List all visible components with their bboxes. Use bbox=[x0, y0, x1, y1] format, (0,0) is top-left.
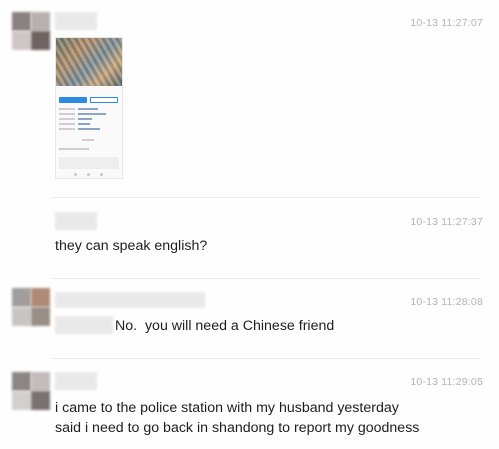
message-text: they can speak english? bbox=[55, 238, 208, 254]
phone-screenshot-thumbnail-icon[interactable] bbox=[55, 37, 123, 179]
message-timestamp: 10-13 11:29:05 bbox=[410, 376, 483, 388]
avatar[interactable] bbox=[12, 12, 50, 50]
avatar[interactable] bbox=[12, 288, 50, 326]
message-timestamp: 10-13 11:27:07 bbox=[410, 17, 483, 29]
message-4: 10-13 11:29:05 i came to the police stat… bbox=[0, 358, 499, 449]
sender-name bbox=[55, 212, 97, 230]
recipient-mention bbox=[55, 316, 113, 334]
message-timestamp: 10-13 11:27:37 bbox=[410, 216, 483, 228]
message-2: 10-13 11:27:37 they can speak english? bbox=[0, 198, 499, 279]
message-text: No. you will need a Chinese friend bbox=[115, 318, 335, 334]
message-timestamp: 10-13 11:28:08 bbox=[410, 296, 483, 308]
avatar[interactable] bbox=[12, 372, 50, 410]
sender-name bbox=[55, 372, 97, 390]
message-text-line-2: said i need to go back in shandong to re… bbox=[55, 420, 420, 436]
message-3: 10-13 11:28:08 No. you will need a Chine… bbox=[0, 278, 499, 359]
message-1: 10-13 11:27:07 bbox=[0, 0, 499, 198]
sender-name bbox=[55, 12, 97, 30]
sender-name bbox=[55, 292, 205, 308]
message-text-line-1: i came to the police station with my hus… bbox=[55, 400, 399, 416]
